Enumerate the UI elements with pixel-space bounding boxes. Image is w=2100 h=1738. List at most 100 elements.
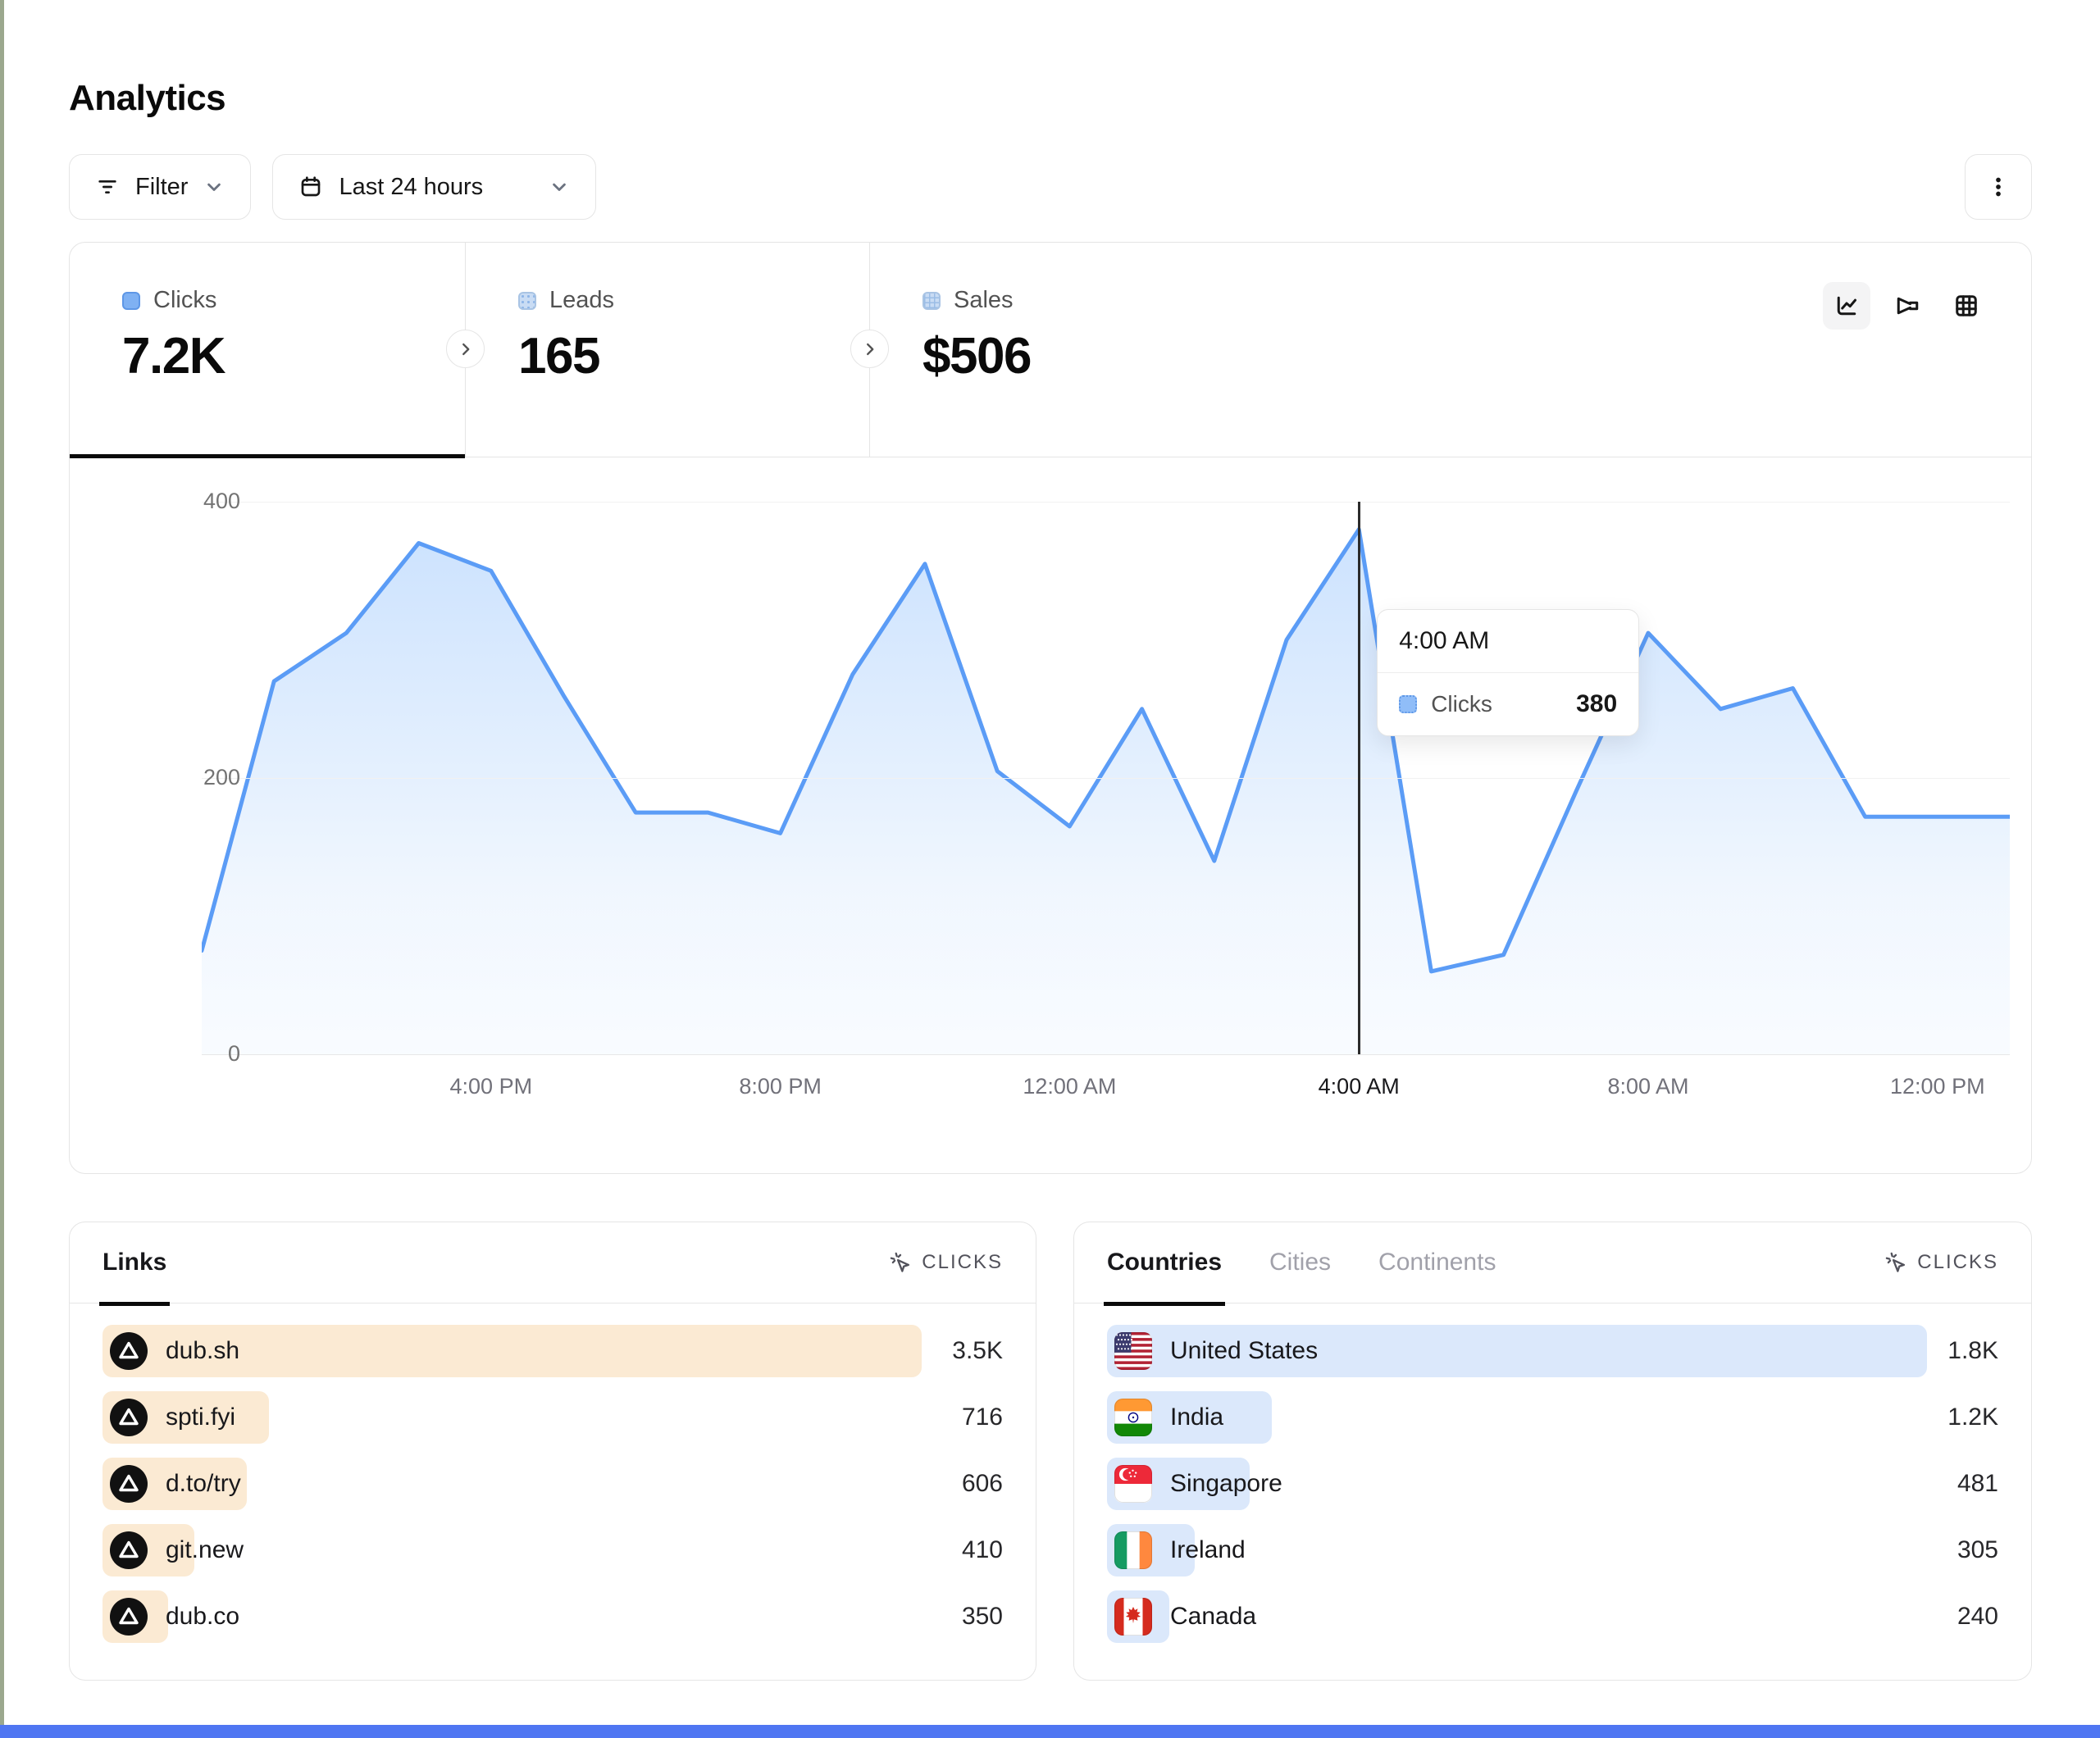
screen-edge-bottom: [0, 1725, 2100, 1738]
row-label: Canada: [1170, 1603, 1256, 1631]
links-tab-underline: [99, 1302, 170, 1306]
x-axis-label: 8:00 PM: [690, 1074, 871, 1099]
tooltip-clicks-swatch: [1399, 695, 1417, 713]
clicks-legend-swatch: [122, 292, 140, 310]
country-row[interactable]: Singapore 481: [1107, 1458, 1998, 1510]
links-panel-header: Links CLICKS: [70, 1222, 1036, 1304]
sales-value: $506: [922, 327, 1265, 385]
row-value: 3.5K: [952, 1337, 1003, 1365]
row-value: 240: [1957, 1603, 1998, 1631]
row-label: dub.sh: [166, 1337, 239, 1365]
mouse-pointer-click-icon: [1884, 1251, 1907, 1274]
line-chart-view-button[interactable]: [1823, 282, 1870, 330]
dub-logo-icon: [110, 1332, 148, 1370]
row-value: 606: [962, 1470, 1003, 1498]
mouse-pointer-click-icon: [889, 1251, 912, 1274]
row-value: 350: [962, 1603, 1003, 1631]
row-label: United States: [1170, 1337, 1318, 1365]
y-axis-label: 400: [119, 489, 240, 514]
row-label: git.new: [166, 1536, 244, 1564]
country-row[interactable]: United States 1.8K: [1107, 1325, 1998, 1377]
clicks-value: 7.2K: [122, 327, 465, 385]
y-gridline: [202, 1054, 2010, 1055]
expand-leads-button[interactable]: [446, 330, 485, 368]
countries-tab-underline: [1104, 1302, 1225, 1306]
tab-countries[interactable]: Countries: [1107, 1249, 1222, 1276]
links-panel: Links CLICKS dub.sh 3.5K spti.fyi 716 d.to/t…: [69, 1222, 1036, 1681]
link-row[interactable]: dub.co 350: [102, 1590, 1003, 1643]
y-gridline: [202, 778, 2010, 779]
country-row[interactable]: Canada 240: [1107, 1590, 1998, 1643]
expand-sales-button[interactable]: [850, 330, 889, 368]
date-range-button[interactable]: Last 24 hours: [272, 154, 596, 220]
link-row[interactable]: dub.sh 3.5K: [102, 1325, 1003, 1377]
x-axis-label: 12:00 AM: [979, 1074, 1159, 1099]
kebab-icon: [1984, 173, 2012, 201]
countries-metric-toggle[interactable]: CLICKS: [1884, 1251, 1998, 1274]
row-value: 1.2K: [1947, 1404, 1998, 1431]
row-label: Singapore: [1170, 1470, 1282, 1498]
tab-cities[interactable]: Cities: [1269, 1249, 1331, 1276]
link-row[interactable]: git.new 410: [102, 1524, 1003, 1576]
ca-flag-icon: [1114, 1598, 1152, 1636]
chevron-down-icon: [548, 175, 571, 198]
sg-flag-icon: [1114, 1465, 1152, 1503]
chart-hover-line: [1358, 502, 1360, 1054]
tooltip-metric-value: 380: [1576, 690, 1617, 718]
more-options-button[interactable]: [1965, 154, 2032, 220]
x-axis-label: 12:00 PM: [1847, 1074, 2028, 1099]
row-label: Ireland: [1170, 1536, 1246, 1564]
row-value: 1.8K: [1947, 1337, 1998, 1365]
country-row[interactable]: India 1.2K: [1107, 1391, 1998, 1444]
link-row[interactable]: spti.fyi 716: [102, 1391, 1003, 1444]
funnel-chart-view-button[interactable]: [1883, 282, 1930, 330]
row-value: 305: [1957, 1536, 1998, 1564]
y-gridline: [202, 502, 2010, 503]
us-flag-icon: [1114, 1332, 1152, 1370]
dub-logo-icon: [110, 1531, 148, 1569]
table-view-button[interactable]: [1943, 282, 1990, 330]
filter-button[interactable]: Filter: [69, 154, 251, 220]
ie-flag-icon: [1114, 1531, 1152, 1569]
tab-clicks[interactable]: Clicks 7.2K: [70, 243, 465, 457]
screen-edge-left: [0, 0, 4, 1738]
row-value: 716: [962, 1404, 1003, 1431]
links-metric-toggle[interactable]: CLICKS: [889, 1251, 1003, 1274]
calendar-icon: [298, 174, 324, 200]
dub-logo-icon: [110, 1399, 148, 1436]
row-label: spti.fyi: [166, 1404, 235, 1431]
clicks-time-series-chart[interactable]: 4:00 AM Clicks 380 02004004:00 PM8:00 PM…: [70, 457, 2031, 1172]
dub-logo-icon: [110, 1465, 148, 1503]
page-title: Analytics: [69, 78, 225, 119]
row-value: 481: [1957, 1470, 1998, 1498]
analytics-chart-card: Clicks 7.2K Leads 165 Sales: [69, 242, 2032, 1174]
row-label: dub.co: [166, 1603, 239, 1631]
tooltip-time: 4:00 AM: [1378, 610, 1638, 673]
stats-row: Clicks 7.2K Leads 165 Sales: [70, 243, 2031, 457]
leads-legend-swatch: [518, 292, 536, 310]
x-axis-label: 4:00 AM: [1269, 1074, 1449, 1099]
chevron-down-icon: [203, 175, 225, 198]
dub-logo-icon: [110, 1598, 148, 1636]
countries-panel: Countries Cities Continents CLICKS Unite…: [1073, 1222, 2032, 1681]
countries-panel-header: Countries Cities Continents CLICKS: [1074, 1222, 2031, 1304]
x-axis-label: 8:00 AM: [1558, 1074, 1738, 1099]
sales-legend-swatch: [922, 292, 941, 310]
leads-value: 165: [518, 327, 869, 385]
row-value: 410: [962, 1536, 1003, 1564]
tab-continents[interactable]: Continents: [1378, 1249, 1496, 1276]
chart-tooltip: 4:00 AM Clicks 380: [1377, 609, 1639, 736]
toolbar: Filter Last 24 hours: [69, 154, 2032, 220]
y-axis-label: 200: [119, 765, 240, 790]
country-row[interactable]: Ireland 305: [1107, 1524, 1998, 1576]
row-label: d.to/try: [166, 1470, 241, 1498]
row-label: India: [1170, 1404, 1223, 1431]
tab-links[interactable]: Links: [102, 1249, 166, 1276]
tab-sales[interactable]: Sales $506: [870, 243, 1265, 457]
tab-leads[interactable]: Leads 165: [466, 243, 869, 457]
tooltip-metric-label: Clicks: [1431, 691, 1492, 717]
chart-type-switcher: [1823, 282, 1990, 330]
in-flag-icon: [1114, 1399, 1152, 1436]
x-axis-label: 4:00 PM: [401, 1074, 581, 1099]
link-row[interactable]: d.to/try 606: [102, 1458, 1003, 1510]
